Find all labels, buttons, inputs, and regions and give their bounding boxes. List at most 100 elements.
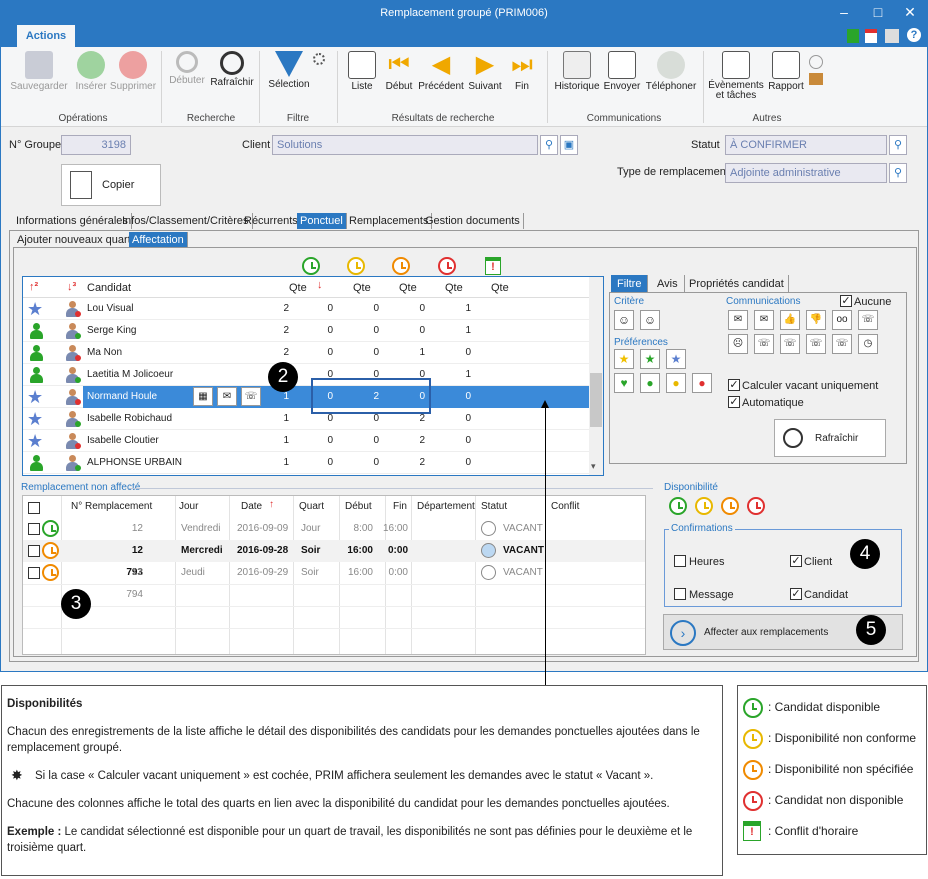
automatique-checkbox[interactable]: ✓ (728, 396, 740, 408)
unassigned-header[interactable]: Quart (299, 501, 324, 512)
voicemail-icon[interactable]: oo (832, 310, 852, 330)
call-red-icon[interactable]: ☏ (806, 334, 826, 354)
send-button[interactable]: Envoyer (603, 49, 641, 92)
history-button[interactable]: Historique (551, 49, 603, 92)
type-search-icon[interactable]: ⚲ (889, 163, 907, 183)
pref-star-blue-icon[interactable]: ★ (666, 349, 686, 369)
sort-asc-icon[interactable]: ↑ (269, 499, 274, 510)
table-row[interactable]: ★ Isabelle Cloutier 1 0 0 2 0 (23, 430, 589, 452)
calendar-action-icon[interactable]: ▦ (193, 387, 213, 406)
table-row[interactable]: ★ Lou Visual 2 0 0 0 1 (23, 298, 589, 320)
table-row[interactable]: Serge King 2 0 0 0 1 (23, 320, 589, 342)
header-qte-1[interactable]: Qte (289, 282, 307, 294)
dispo-unavailable-icon[interactable] (747, 497, 765, 515)
client-checkbox[interactable]: ✓ (790, 555, 802, 567)
message-checkbox[interactable] (674, 588, 686, 600)
tab-infos-classement[interactable]: Infos/Classement/Critères (119, 213, 253, 229)
previous-button[interactable]: ◀ Précédent (417, 49, 465, 92)
client-search-icon[interactable]: ⚲ (540, 135, 558, 155)
pref-person-green-icon[interactable]: ● (640, 373, 660, 393)
sort-asc-icon[interactable]: ↑² (29, 281, 38, 293)
message-action-icon[interactable]: ✉ (217, 387, 237, 406)
tab-ponctuel[interactable]: Ponctuel (297, 213, 347, 229)
copy-button[interactable]: Copier (61, 164, 161, 206)
report-button[interactable]: Rapport (765, 49, 807, 92)
header-qte-2[interactable]: Qte (353, 282, 371, 294)
refresh-button[interactable]: Rafraîchir (209, 49, 255, 88)
header-candidat[interactable]: Candidat (87, 282, 131, 294)
minimize-icon[interactable]: – (827, 1, 861, 25)
table-row[interactable]: ★ Normand Houle ▦ ✉ ☏ 1 0 2 0 0 (23, 386, 589, 408)
last-button[interactable]: ⏭ Fin (506, 49, 538, 92)
unassigned-header[interactable]: Conflit (551, 501, 579, 512)
row-checkbox[interactable] (28, 567, 40, 579)
sort-desc-icon[interactable]: ↓³ (67, 281, 76, 293)
calculator-icon[interactable] (847, 29, 859, 43)
chevron-down-icon[interactable]: ▾ (591, 461, 596, 472)
heures-checkbox[interactable] (674, 555, 686, 567)
hangup-icon[interactable]: ☏ (832, 334, 852, 354)
selection-button[interactable]: Sélection (263, 49, 315, 90)
unassigned-header[interactable]: Fin (393, 501, 407, 512)
tab-avis[interactable]: Avis (651, 275, 685, 293)
critere-candidate-red-icon[interactable]: ☺ (640, 310, 660, 330)
call-green-icon[interactable]: ☏ (754, 334, 774, 354)
statut-search-icon[interactable]: ⚲ (889, 135, 907, 155)
pref-person-red-icon[interactable]: ● (692, 373, 712, 393)
unassigned-header[interactable]: Statut (481, 501, 507, 512)
table-row[interactable]: 12 794 Jeudi 2016-09-29 Soir 16:00 0:00 VACANT (23, 562, 645, 600)
client-open-icon[interactable]: ▣ (560, 135, 578, 155)
print-icon[interactable] (885, 29, 899, 43)
insert-button[interactable]: Insérer (71, 49, 111, 92)
delete-button[interactable]: Supprimer (109, 49, 157, 92)
calc-vacant-checkbox[interactable]: ✓ (728, 379, 740, 391)
start-search-button[interactable]: Débuter (167, 49, 207, 86)
sms-icon[interactable]: ✉ (754, 310, 774, 330)
call-yellow-icon[interactable]: ☏ (780, 334, 800, 354)
first-button[interactable]: ⏮ Début (382, 49, 416, 92)
table-row[interactable]: 12 330 Vendredi 2016-09-09 Jour 8:00 16:00 VAC… (23, 518, 645, 556)
dispo-available-icon[interactable] (669, 497, 687, 515)
dispo-nonconform-icon[interactable] (695, 497, 713, 515)
email-icon[interactable]: ✉ (728, 310, 748, 330)
table-row[interactable]: Laetitia M Jolicoeur20001 (23, 364, 589, 386)
row-checkbox[interactable] (28, 523, 40, 535)
table-row[interactable]: ALPHONSE URBAIN 1 0 0 2 0 (23, 452, 589, 474)
clock-small-icon[interactable] (809, 55, 823, 69)
tab-informations[interactable]: Informations générales (13, 213, 132, 229)
pref-star-green-icon[interactable]: ★ (640, 349, 660, 369)
clock-icon[interactable]: ◷ (858, 334, 878, 354)
table-row[interactable]: Ma Non 2 0 0 1 0 (23, 342, 589, 364)
thumbs-down-icon[interactable]: 👎 (806, 310, 826, 330)
gear-icon[interactable] (313, 53, 325, 65)
tab-recurrents[interactable]: Récurrents (241, 213, 302, 229)
unassigned-header[interactable]: Jour (179, 501, 198, 512)
unassigned-header[interactable]: Département (417, 501, 475, 512)
statut-field[interactable]: À CONFIRMER (725, 135, 887, 155)
next-button[interactable]: ▶ Suivant (465, 49, 505, 92)
tab-remplacements[interactable]: Remplacements (346, 213, 433, 229)
candidate-name[interactable]: Isabelle Cloutier (83, 430, 189, 452)
sad-icon[interactable]: ☹ (728, 334, 748, 354)
candidate-name[interactable]: Serge King (83, 320, 189, 342)
candidate-name[interactable]: Laetitia M Jolicoeur (83, 364, 189, 386)
phone-action-icon[interactable]: ☏ (241, 387, 261, 406)
call-icon[interactable]: ☏ (858, 310, 878, 330)
ribbon-tab-actions[interactable]: Actions (17, 25, 75, 47)
row-checkbox[interactable] (28, 545, 40, 557)
tab-proprietes[interactable]: Propriétés candidat (685, 275, 789, 293)
tab-gestion-documents[interactable]: Gestion documents (422, 213, 524, 229)
tab-filtre[interactable]: Filtre (611, 275, 649, 293)
candidate-name[interactable]: Ma Non (83, 342, 189, 364)
candidate-name[interactable]: Lou Visual (83, 298, 189, 320)
critere-candidate-green-icon[interactable]: ☺ (614, 310, 634, 330)
type-field[interactable]: Adjointe administrative (725, 163, 887, 183)
candidate-name[interactable]: Normand Houle (83, 386, 189, 408)
list-button[interactable]: Liste (345, 49, 379, 92)
subtab-affectation[interactable]: Affectation (129, 232, 188, 248)
client-field[interactable]: Solutions (272, 135, 538, 155)
sort-desc-icon[interactable]: ↓ (317, 279, 323, 291)
phone-button[interactable]: Téléphoner (643, 49, 699, 92)
close-icon[interactable]: ✕ (893, 1, 927, 25)
subtab-ajouter[interactable]: Ajouter nouveaux quarts (14, 232, 141, 248)
